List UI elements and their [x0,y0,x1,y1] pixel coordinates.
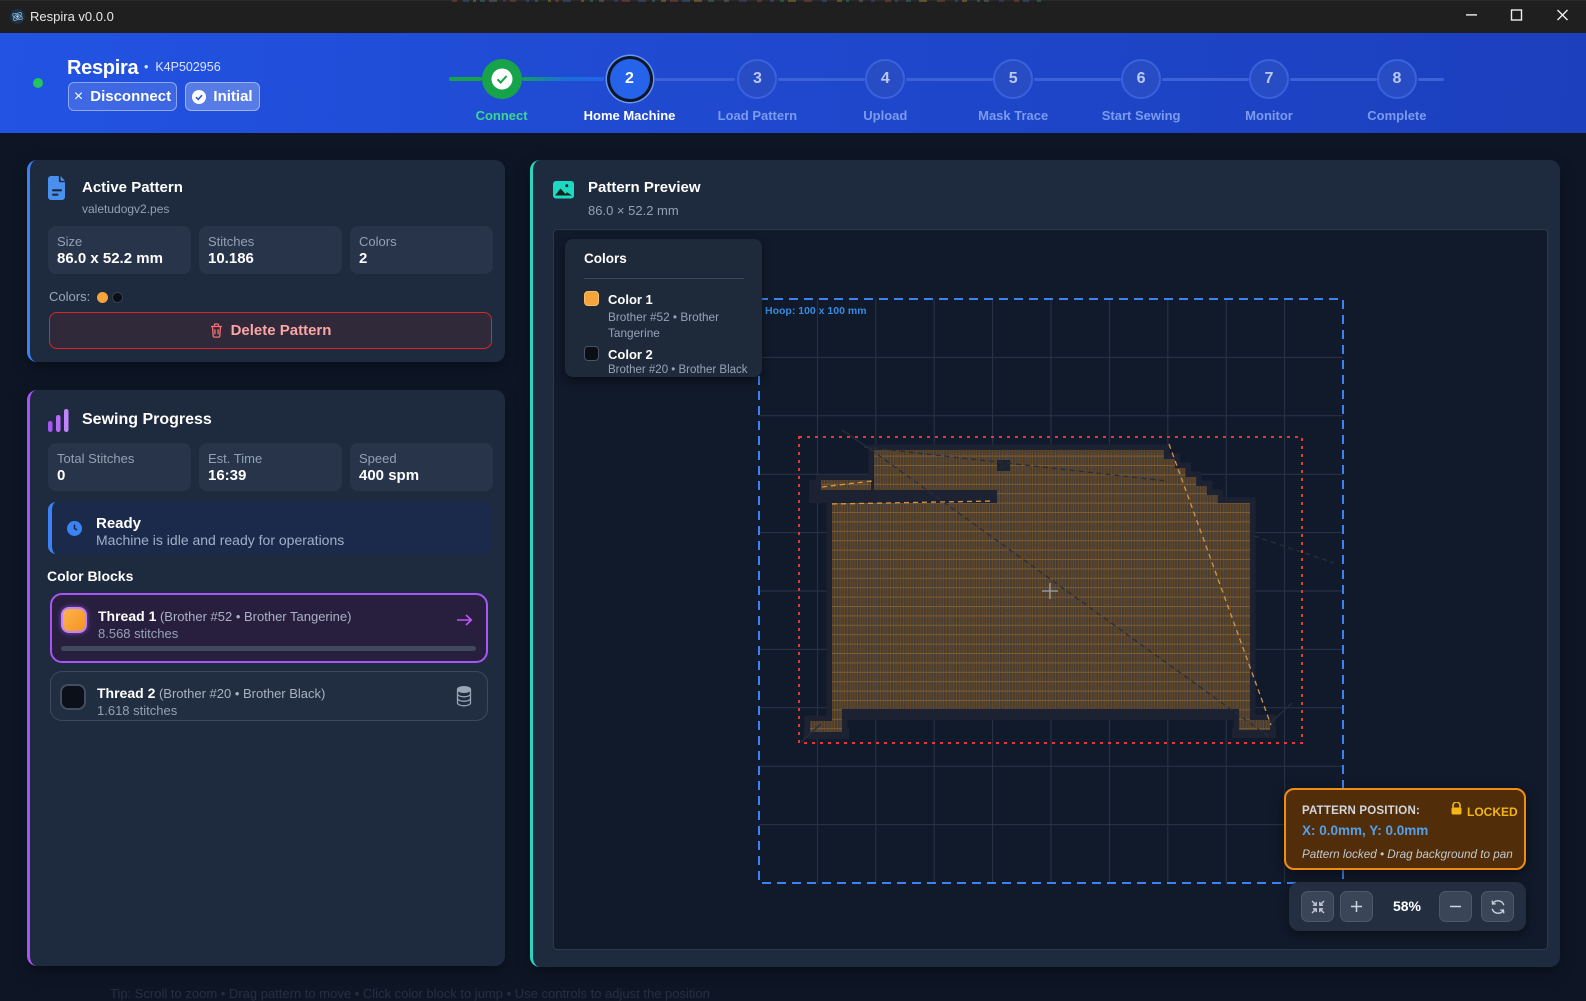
svg-text:Hoop: 100 x 100 mm: Hoop: 100 x 100 mm [765,305,867,317]
